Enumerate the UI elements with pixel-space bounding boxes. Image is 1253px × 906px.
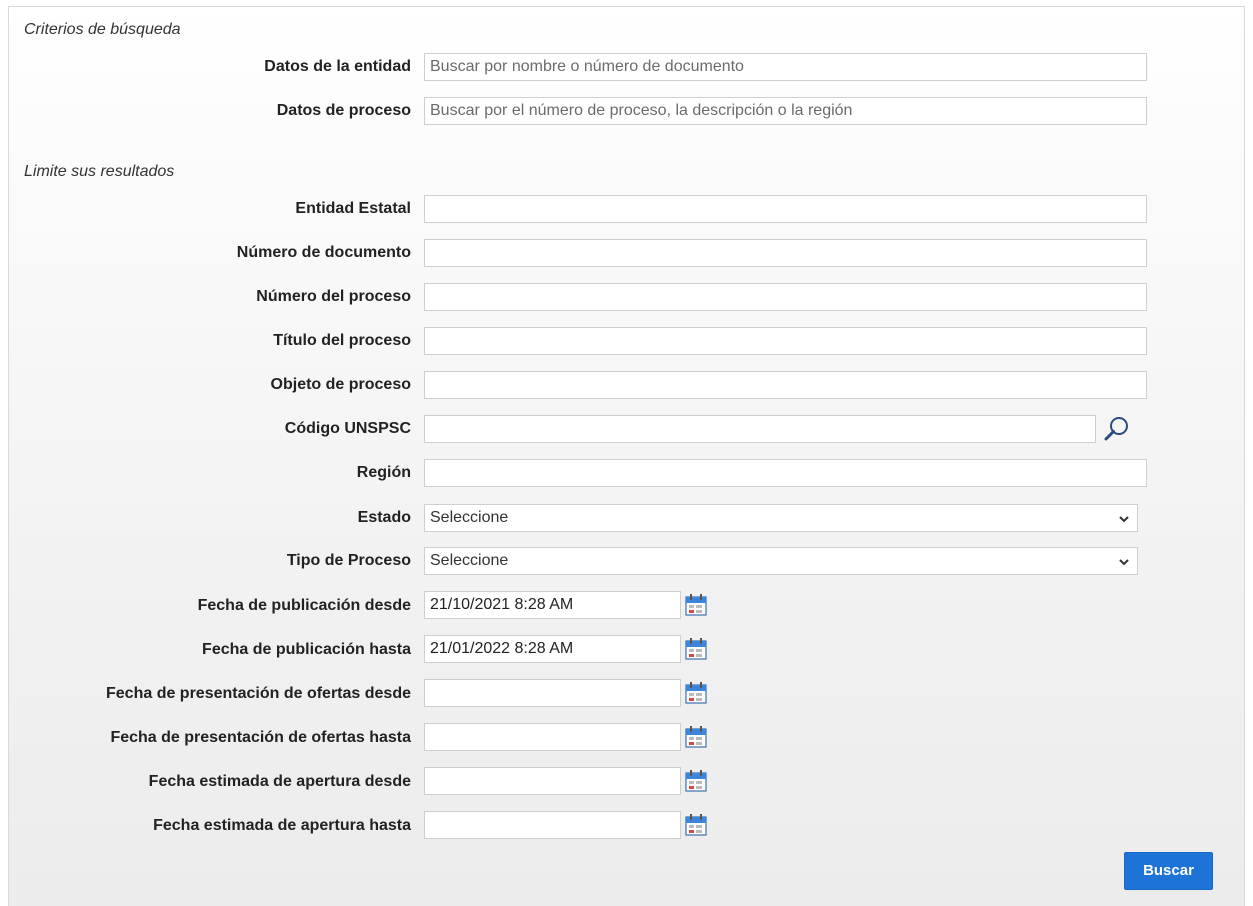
apertura-hasta-label: Fecha estimada de apertura hasta — [153, 817, 411, 834]
calendar-icon[interactable] — [684, 725, 708, 749]
numero-documento-label: Número de documento — [236, 244, 411, 261]
tipo-proceso-select[interactable]: Seleccione — [424, 547, 1138, 575]
search-icon[interactable] — [1102, 414, 1132, 444]
buscar-button[interactable]: Buscar — [1124, 852, 1213, 890]
titulo-proceso-input[interactable] — [424, 327, 1147, 355]
section-title-criterios: Criterios de búsqueda — [24, 21, 181, 38]
ofertas-hasta-label: Fecha de presentación de ofertas hasta — [110, 729, 411, 746]
ofertas-desde-input[interactable] — [424, 679, 681, 707]
region-label: Región — [356, 464, 411, 481]
pub-desde-label: Fecha de publicación desde — [197, 597, 411, 614]
region-input[interactable] — [424, 459, 1147, 487]
codigo-unspsc-input[interactable] — [424, 415, 1096, 443]
calendar-icon[interactable] — [684, 813, 708, 837]
calendar-icon[interactable] — [684, 681, 708, 705]
calendar-icon[interactable] — [684, 769, 708, 793]
calendar-icon[interactable] — [684, 593, 708, 617]
apertura-hasta-input[interactable] — [424, 811, 681, 839]
proceso-data-label: Datos de proceso — [276, 102, 411, 119]
numero-documento-input[interactable] — [424, 239, 1147, 267]
chevron-down-icon — [1119, 559, 1129, 566]
chevron-down-icon — [1119, 516, 1129, 523]
objeto-proceso-input[interactable] — [424, 371, 1147, 399]
estado-select[interactable]: Seleccione — [424, 504, 1138, 532]
estado-label: Estado — [357, 509, 411, 526]
codigo-unspsc-label: Código UNSPSC — [284, 420, 411, 437]
entidad-estatal-label: Entidad Estatal — [295, 200, 411, 217]
calendar-icon[interactable] — [684, 637, 708, 661]
ofertas-desde-label: Fecha de presentación de ofertas desde — [106, 685, 411, 702]
entidad-estatal-input[interactable] — [424, 195, 1147, 223]
entidad-data-label: Datos de la entidad — [264, 58, 411, 75]
estado-selected-value: Seleccione — [430, 509, 509, 526]
ofertas-hasta-input[interactable] — [424, 723, 681, 751]
section-title-limite: Limite sus resultados — [24, 163, 175, 180]
pub-desde-input[interactable] — [424, 591, 681, 619]
objeto-proceso-label: Objeto de proceso — [270, 376, 411, 393]
entidad-search-input[interactable] — [424, 53, 1147, 81]
apertura-desde-input[interactable] — [424, 767, 681, 795]
numero-proceso-input[interactable] — [424, 283, 1147, 311]
apertura-desde-label: Fecha estimada de apertura desde — [148, 773, 411, 790]
tipo-proceso-label: Tipo de Proceso — [286, 552, 411, 569]
pub-hasta-label: Fecha de publicación hasta — [202, 641, 411, 658]
numero-proceso-label: Número del proceso — [256, 288, 411, 305]
tipo-proceso-selected-value: Seleccione — [430, 552, 509, 569]
pub-hasta-input[interactable] — [424, 635, 681, 663]
proceso-search-input[interactable] — [424, 97, 1147, 125]
titulo-proceso-label: Título del proceso — [273, 332, 411, 349]
